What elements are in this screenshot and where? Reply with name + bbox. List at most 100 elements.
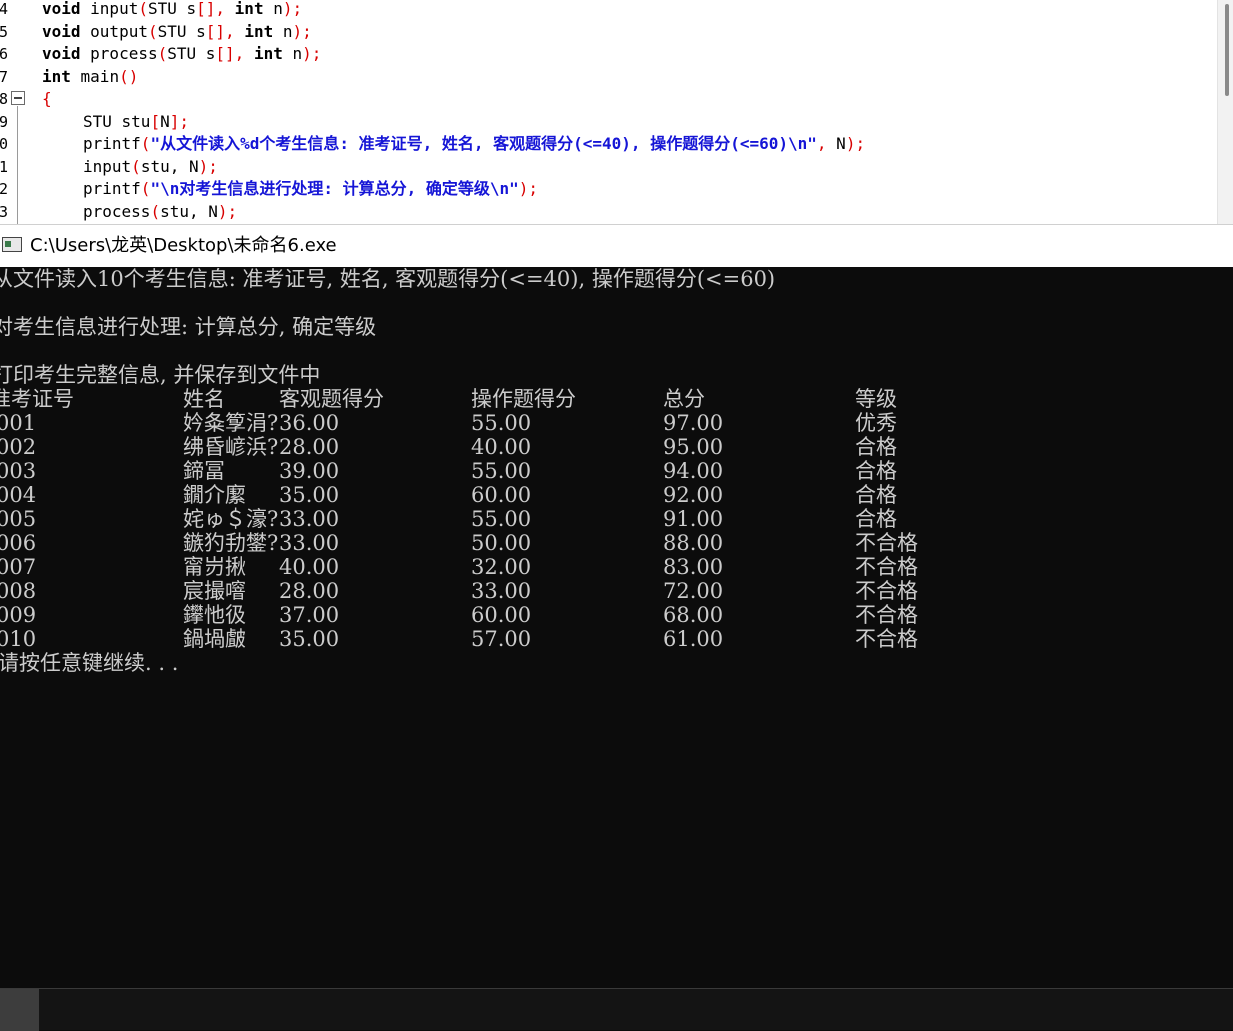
row-level: 不合格 <box>855 531 918 555</box>
identifier: n <box>282 44 303 63</box>
header-id: 准考证号 <box>0 387 74 411</box>
console-app-icon[interactable] <box>2 237 22 252</box>
line-number-gutter: 4 5 6 7 8 9 0 1 2 3 <box>0 0 36 224</box>
row-id: 004 <box>0 483 37 507</box>
row-obj: 28.00 <box>279 579 340 603</box>
keyword: void <box>42 0 81 18</box>
operator: ( <box>138 0 148 18</box>
row-name: 鍗冨 <box>183 459 225 483</box>
header-name: 姓名 <box>183 387 225 411</box>
header-op: 操作题得分 <box>471 387 576 411</box>
line-number: 5 <box>0 23 8 41</box>
identifier: input <box>80 0 139 18</box>
operator: () <box>119 67 139 86</box>
string-literal: "\n对考生信息进行处理: 计算总分, 确定等级\n" <box>150 179 519 198</box>
identifier: stu, N <box>140 157 199 176</box>
row-total: 92.00 <box>663 483 724 507</box>
row-op: 57.00 <box>471 627 532 651</box>
operator: [ <box>150 112 161 131</box>
code-line-input-call[interactable]: input(stu, N); <box>83 156 218 178</box>
row-op: 50.00 <box>471 531 532 555</box>
operator: ); <box>845 134 866 153</box>
console-output[interactable]: 从文件读入10个考生信息: 准考证号, 姓名, 客观题得分(<=40), 操作题… <box>0 267 1233 987</box>
string-literal: "从文件读入%d个考生信息: 准考证号, 姓名, 客观题得分(<=40), 操作… <box>150 134 817 153</box>
identifier: printf <box>83 179 141 198</box>
operator: ( <box>147 22 158 41</box>
line-number: 6 <box>0 45 8 63</box>
identifier: n <box>273 22 293 41</box>
identifier: N <box>160 112 170 131</box>
console-title-bar[interactable]: C:\Users\龙英\Desktop\未命名6.exe <box>0 224 1233 267</box>
row-level: 不合格 <box>855 627 918 651</box>
row-obj: 35.00 <box>279 627 340 651</box>
keyword: int <box>253 44 283 63</box>
taskbar <box>0 988 1233 1031</box>
keyword: int <box>42 67 71 86</box>
operator: , <box>816 134 827 153</box>
operator: ( <box>140 134 151 153</box>
row-name: 鏃犳劧鐢? <box>183 531 279 555</box>
code-line-main[interactable]: int main() <box>42 66 138 88</box>
code-line-process-decl[interactable]: void process(STU s[], int n); <box>42 43 321 65</box>
code-line-decl[interactable]: STU stu[N]; <box>83 111 189 133</box>
code-line-printf-1[interactable]: printf("从文件读入%d个考生信息: 准考证号, 姓名, 客观题得分(<=… <box>83 133 865 155</box>
line-number: 0 <box>0 135 8 153</box>
row-total: 91.00 <box>663 507 724 531</box>
operator: { <box>42 89 52 108</box>
code-line-input-decl[interactable]: void input(STU s[], int n); <box>42 0 302 20</box>
identifier: STU s <box>167 44 216 63</box>
identifier: main <box>70 67 120 86</box>
row-total: 94.00 <box>663 459 724 483</box>
code-editor[interactable]: 4 5 6 7 8 9 0 1 2 3 void input(STU s[], … <box>0 0 1233 224</box>
operator: ( <box>140 179 151 198</box>
editor-scrollbar-thumb[interactable] <box>1225 4 1229 96</box>
code-line-printf-2[interactable]: printf("\n对考生信息进行处理: 计算总分, 确定等级\n"); <box>83 178 538 200</box>
console-line-process: 对考生信息进行处理: 计算总分, 确定等级 <box>0 315 377 339</box>
line-number: 1 <box>0 158 8 176</box>
identifier: n <box>263 0 283 18</box>
row-name: 鍋堝皻 <box>183 627 246 651</box>
row-id: 002 <box>0 435 37 459</box>
row-total: 68.00 <box>663 603 724 627</box>
row-level: 不合格 <box>855 555 918 579</box>
row-total: 88.00 <box>663 531 724 555</box>
operator: ( <box>150 202 161 221</box>
fold-guide-line <box>17 106 18 224</box>
row-id: 003 <box>0 459 37 483</box>
editor-scrollbar[interactable] <box>1217 0 1233 224</box>
operator: , <box>234 44 254 63</box>
row-obj: 28.00 <box>279 435 340 459</box>
row-level: 不合格 <box>855 603 918 627</box>
row-name: 宸撮噾 <box>183 579 246 603</box>
line-number: 9 <box>0 113 8 131</box>
header-obj: 客观题得分 <box>279 387 384 411</box>
code-line-process-call[interactable]: process(stu, N); <box>83 201 237 223</box>
identifier: STU stu <box>83 112 151 131</box>
row-obj: 40.00 <box>279 555 340 579</box>
operator: ); <box>518 179 539 198</box>
row-obj: 37.00 <box>279 603 340 627</box>
row-level: 合格 <box>855 507 897 531</box>
identifier: STU s <box>147 0 197 18</box>
code-line-output-decl[interactable]: void output(STU s[], int n); <box>42 21 312 43</box>
row-name: 姹ゅ＄濠? <box>183 507 279 531</box>
operator: ( <box>131 157 141 176</box>
collapse-block-icon[interactable] <box>11 91 25 105</box>
row-total: 72.00 <box>663 579 724 603</box>
identifier: stu, N <box>160 202 218 221</box>
identifier: printf <box>83 134 141 153</box>
line-number: 2 <box>0 180 8 198</box>
identifier: input <box>83 157 132 176</box>
row-obj: 35.00 <box>279 483 340 507</box>
code-line-open-brace[interactable]: { <box>42 88 52 110</box>
row-name: 甯岃揪 <box>183 555 246 579</box>
taskbar-app-tile[interactable] <box>0 989 39 1031</box>
row-id: 007 <box>0 555 37 579</box>
row-obj: 36.00 <box>279 411 340 435</box>
row-total: 61.00 <box>663 627 724 651</box>
row-name: 妗夈箰涓? <box>183 411 279 435</box>
row-op: 40.00 <box>471 435 532 459</box>
row-op: 60.00 <box>471 603 532 627</box>
row-op: 60.00 <box>471 483 532 507</box>
row-obj: 33.00 <box>279 507 340 531</box>
